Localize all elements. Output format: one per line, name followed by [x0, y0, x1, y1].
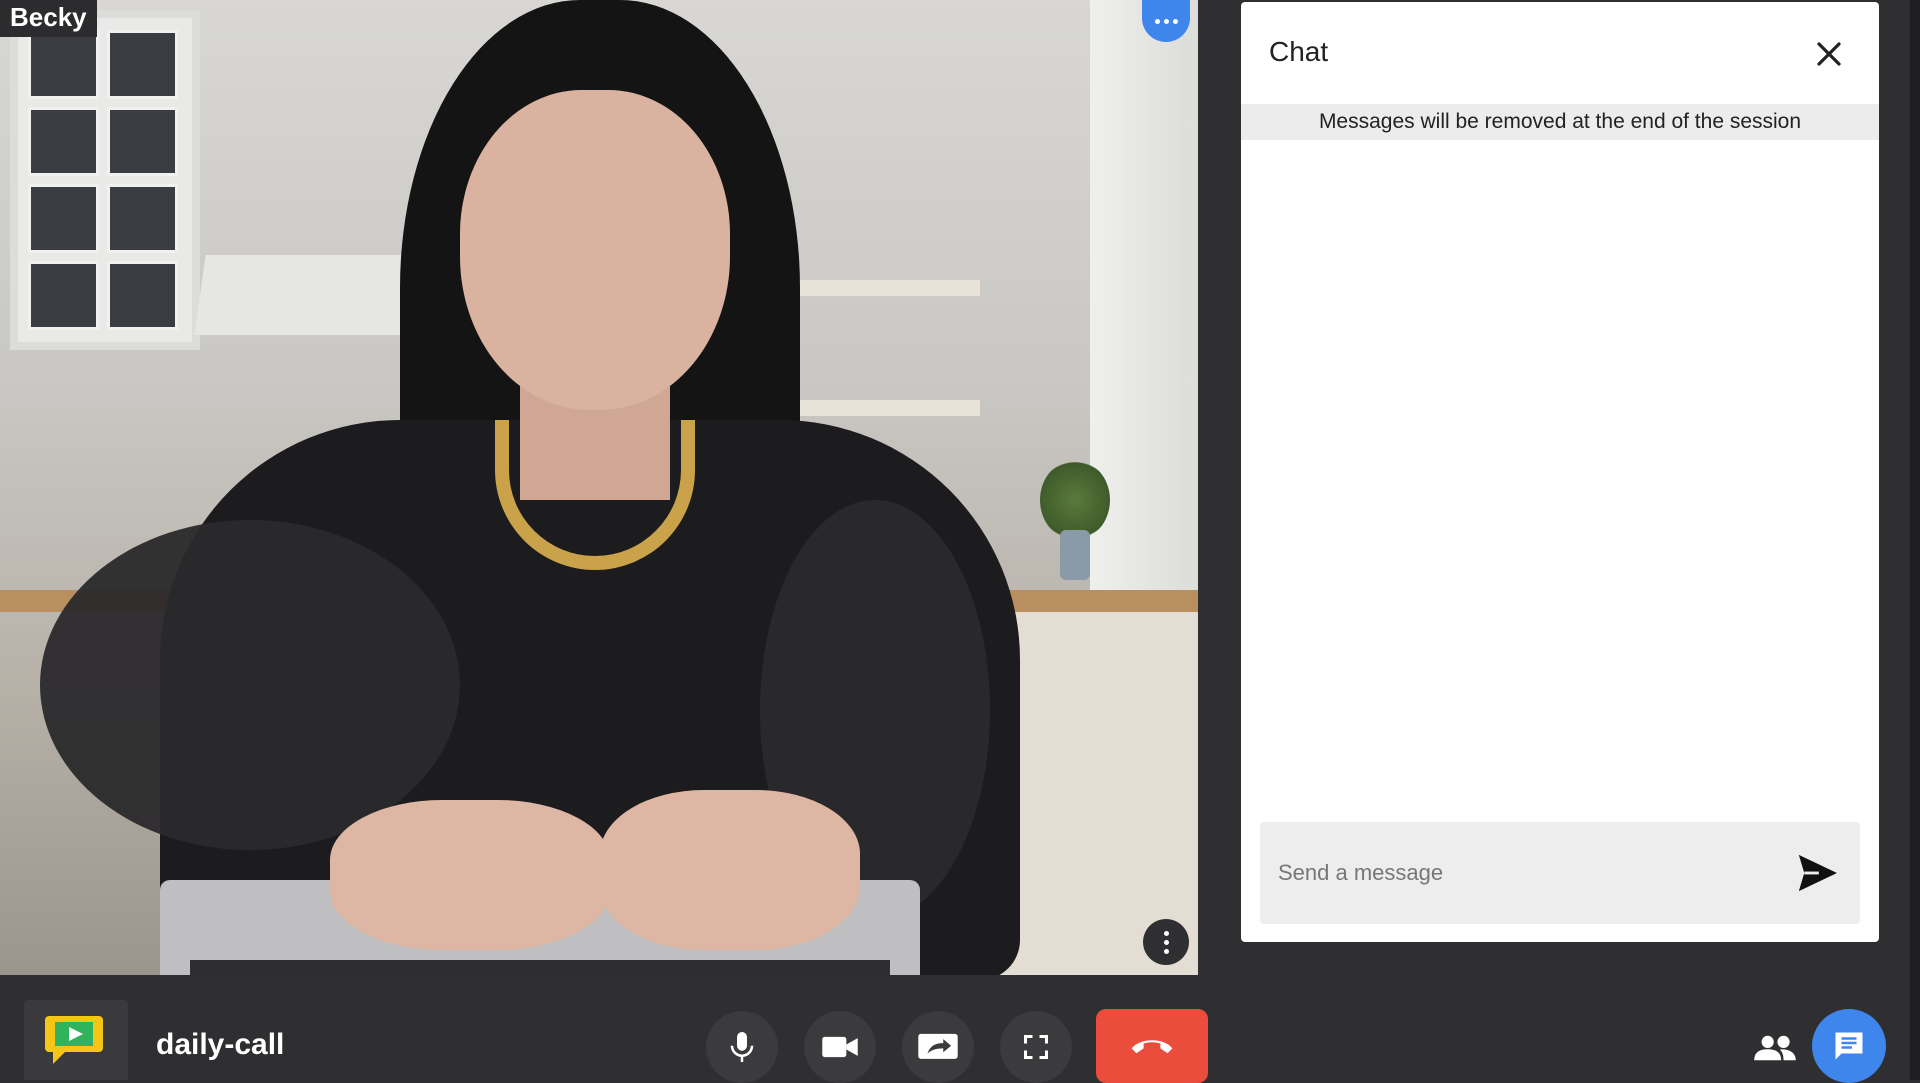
screen-share-button[interactable] — [902, 1011, 974, 1083]
participant-face — [460, 90, 730, 410]
laptop-keyboard — [190, 960, 890, 975]
fullscreen-button[interactable] — [1000, 1011, 1072, 1083]
video-chat-logo-icon — [45, 1016, 103, 1064]
room-name: daily-call — [156, 1028, 285, 1061]
app-logo — [24, 1000, 128, 1080]
window-edge — [1910, 0, 1920, 1080]
participant-arm-left — [40, 520, 460, 850]
chat-title: Chat — [1269, 36, 1329, 67]
participant-hand-left — [330, 800, 610, 950]
chat-icon — [1835, 1032, 1863, 1060]
fullscreen-icon — [1023, 1034, 1049, 1060]
participant-video — [0, 0, 1198, 975]
close-icon — [1817, 42, 1841, 66]
participants-button[interactable] — [1748, 1021, 1802, 1075]
microphone-button[interactable] — [706, 1011, 778, 1083]
chat-panel: Chat Messages will be removed at the end… — [1241, 2, 1879, 942]
chat-close-button[interactable] — [1807, 32, 1851, 76]
send-message-button[interactable] — [1790, 846, 1844, 900]
call-toolbar: daily-call — [0, 975, 1920, 1083]
leave-call-button[interactable] — [1096, 1009, 1208, 1083]
tile-options-button[interactable] — [1143, 919, 1189, 965]
chat-input-container — [1260, 822, 1860, 924]
leave-call-icon — [1131, 1040, 1173, 1054]
chat-message-input[interactable] — [1260, 822, 1780, 924]
chat-toggle-button[interactable] — [1812, 1009, 1886, 1083]
participant-name-label: Becky — [0, 0, 97, 37]
people-icon — [1754, 1035, 1796, 1061]
screen-share-icon — [918, 1033, 958, 1059]
chat-message-list — [1241, 140, 1879, 820]
more-vertical-icon — [1163, 930, 1169, 954]
participant-hand-right — [600, 790, 860, 950]
send-icon — [1798, 854, 1837, 892]
chat-notice: Messages will be removed at the end of t… — [1241, 104, 1879, 140]
microphone-icon — [730, 1032, 754, 1062]
more-horizontal-icon — [1154, 18, 1178, 24]
camera-button[interactable] — [804, 1011, 876, 1083]
video-tile: Becky — [0, 0, 1198, 975]
camera-icon — [822, 1036, 858, 1058]
